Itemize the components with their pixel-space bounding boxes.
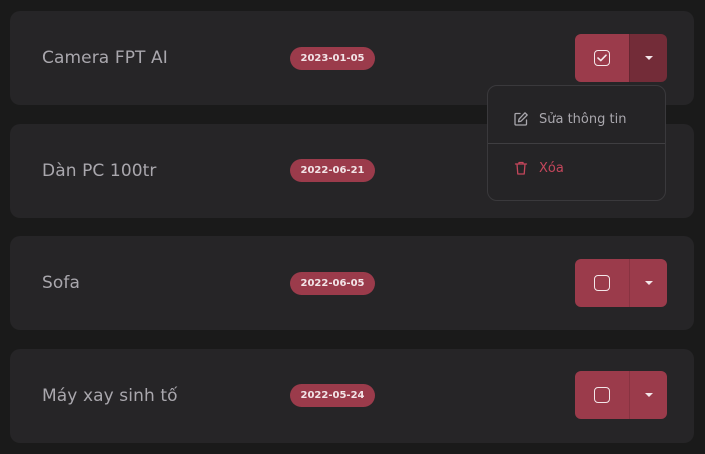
checkbox-empty-icon xyxy=(594,387,611,403)
caret-down-icon xyxy=(644,56,653,60)
complete-toggle-button[interactable] xyxy=(575,34,630,82)
item-name: Sofa xyxy=(42,273,80,293)
caret-down-icon xyxy=(644,393,653,397)
date-badge: 2022-06-21 xyxy=(290,159,375,182)
checkbox-checked-icon xyxy=(594,50,611,66)
trash-icon xyxy=(513,160,529,176)
list-item: Máy xay sinh tố 2022-05-24 xyxy=(10,349,694,443)
item-name: Camera FPT AI xyxy=(42,48,168,68)
menu-item-delete[interactable]: Xóa xyxy=(488,148,665,188)
date-badge: 2022-06-05 xyxy=(290,272,375,295)
menu-divider xyxy=(488,143,665,144)
date-badge: 2022-05-24 xyxy=(290,384,375,407)
complete-toggle-button[interactable] xyxy=(575,259,630,307)
item-name: Máy xay sinh tố xyxy=(42,386,178,406)
dropdown-toggle-button[interactable] xyxy=(629,34,667,82)
item-action-group xyxy=(575,34,667,82)
date-badge: 2023-01-05 xyxy=(290,47,375,70)
caret-down-icon xyxy=(644,281,653,285)
item-name: Dàn PC 100tr xyxy=(42,161,157,181)
list-item: Sofa 2022-06-05 xyxy=(10,236,694,330)
menu-item-label: Xóa xyxy=(539,160,564,176)
dropdown-toggle-button[interactable] xyxy=(629,259,667,307)
item-actions-menu: Sửa thông tin Xóa xyxy=(487,85,666,201)
item-action-group xyxy=(575,371,667,419)
pencil-square-icon xyxy=(513,111,529,127)
item-action-group xyxy=(575,259,667,307)
checkbox-empty-icon xyxy=(594,275,611,291)
menu-item-edit[interactable]: Sửa thông tin xyxy=(488,99,665,139)
dropdown-toggle-button[interactable] xyxy=(629,371,667,419)
complete-toggle-button[interactable] xyxy=(575,371,630,419)
menu-item-label: Sửa thông tin xyxy=(539,111,627,127)
